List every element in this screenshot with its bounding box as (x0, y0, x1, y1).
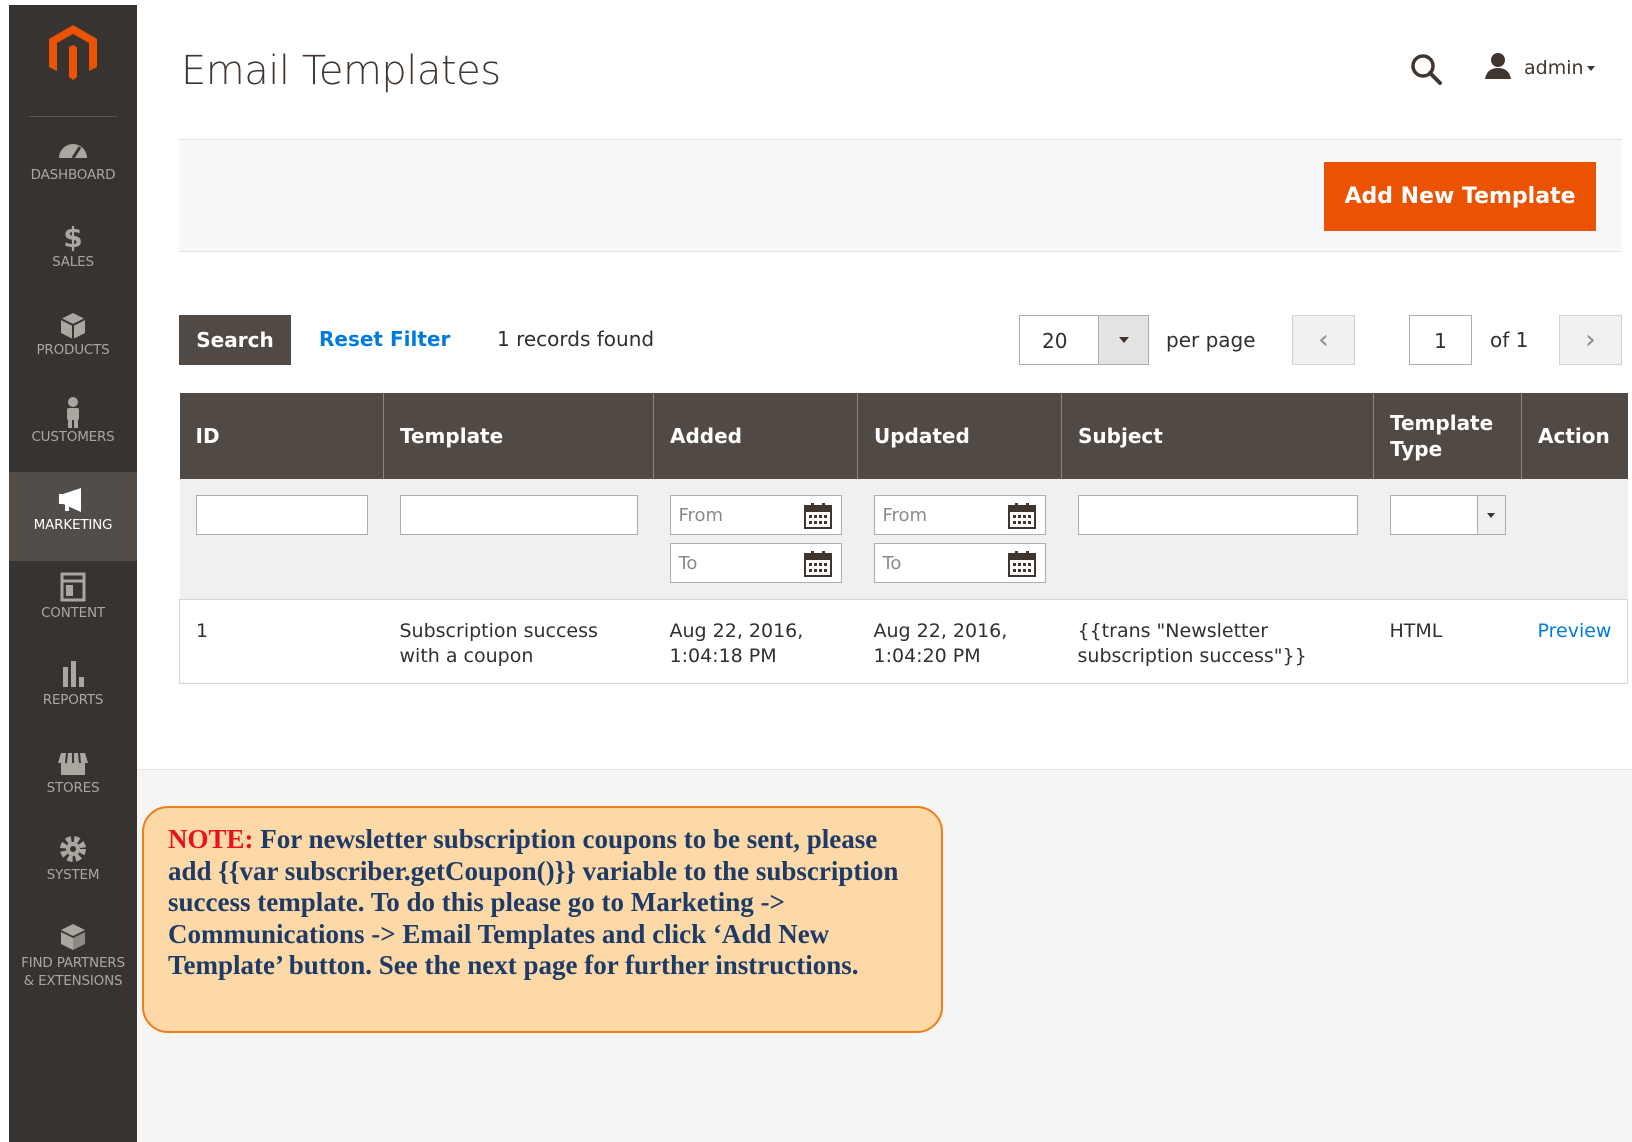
cell-subject: {{trans "Newsletter subscription success… (1061, 599, 1374, 684)
previous-page-button[interactable]: ‹ (1292, 315, 1355, 365)
cell-added: Aug 22, 2016, 1:04:18 PM (653, 599, 858, 684)
dollar-icon: $ (53, 219, 93, 254)
id-filter-input[interactable] (195, 495, 368, 535)
chevron-down-icon[interactable] (1476, 496, 1505, 534)
storefront-icon (53, 745, 93, 779)
column-header-template[interactable]: Template (383, 393, 654, 479)
sidebar-item-sales[interactable]: $ SALES (9, 219, 137, 307)
calendar-icon[interactable] (1007, 502, 1037, 530)
column-header-subject[interactable]: Subject (1061, 393, 1374, 479)
preview-link[interactable]: Preview (1538, 620, 1612, 642)
chevron-right-icon: › (1585, 325, 1596, 355)
cell-id: 1 (179, 599, 384, 684)
layout-icon (53, 570, 93, 604)
calendar-icon[interactable] (803, 502, 833, 530)
chevron-down-icon[interactable] (1098, 316, 1148, 364)
sidebar-item-system[interactable]: SYSTEM (9, 832, 137, 920)
gear-icon (53, 832, 93, 866)
sidebar-item-marketing[interactable]: MARKETING (9, 472, 137, 561)
calendar-icon[interactable] (803, 550, 833, 578)
blocks-icon (53, 920, 93, 954)
added-to-input[interactable]: To (669, 543, 842, 583)
column-header-id[interactable]: ID (179, 393, 384, 479)
updated-from-input[interactable]: From (873, 495, 1046, 535)
cell-updated: Aug 22, 2016, 1:04:20 PM (857, 599, 1062, 684)
per-page-select[interactable]: 20 (1019, 315, 1149, 365)
note-label: NOTE: (168, 824, 254, 854)
search-icon[interactable] (1409, 52, 1443, 86)
column-header-added[interactable]: Added (653, 393, 858, 479)
page-number-input[interactable]: 1 (1409, 315, 1472, 365)
subject-filter-input[interactable] (1077, 495, 1358, 535)
sidebar-item-stores[interactable]: STORES (9, 745, 137, 833)
person-icon (53, 394, 93, 428)
sidebar-item-find-partners[interactable]: FIND PARTNERS & EXTENSIONS (9, 920, 137, 1020)
user-menu[interactable]: admin (1524, 57, 1584, 79)
dashboard-icon (53, 132, 93, 166)
add-new-template-button[interactable]: Add New Template (1324, 162, 1596, 231)
sidebar-item-dashboard[interactable]: DASHBOARD (9, 132, 137, 220)
reset-filter-link[interactable]: Reset Filter (319, 327, 450, 351)
email-templates-grid: ID Template Added Updated Subject Templa… (179, 393, 1629, 684)
added-from-input[interactable]: From (669, 495, 842, 535)
sidebar-item-content[interactable]: CONTENT (9, 570, 137, 658)
magento-logo-icon[interactable] (47, 23, 99, 83)
sidebar-item-customers[interactable]: CUSTOMERS (9, 394, 137, 482)
note-text: For newsletter subscription coupons to b… (168, 824, 899, 980)
page-total: of 1 (1490, 328, 1529, 352)
page-title: Email Templates (181, 48, 501, 94)
note-callout: NOTE: For newsletter subscription coupon… (142, 806, 943, 1033)
sidebar-item-reports[interactable]: REPORTS (9, 657, 137, 745)
per-page-value: 20 (1042, 329, 1068, 353)
column-header-template-type[interactable]: Template Type (1373, 393, 1522, 479)
cell-template: Subscription success with a coupon (383, 599, 654, 684)
admin-sidebar: DASHBOARD $ SALES PRODUCTS CUSTOMERS MAR… (9, 5, 137, 1142)
chevron-left-icon: ‹ (1318, 325, 1329, 355)
calendar-icon[interactable] (1007, 550, 1037, 578)
per-page-label: per page (1166, 328, 1256, 352)
filter-row: From To From To (179, 479, 1628, 600)
megaphone-icon (53, 482, 93, 516)
sidebar-item-products[interactable]: PRODUCTS (9, 307, 137, 395)
table-row: 1 Subscription success with a coupon Aug… (179, 599, 1629, 684)
template-type-filter-select[interactable] (1389, 495, 1506, 535)
records-count: 1 records found (497, 327, 655, 351)
svg-text:$: $ (63, 221, 82, 253)
column-header-action: Action (1520, 393, 1628, 479)
updated-to-input[interactable]: To (873, 543, 1046, 583)
column-header-updated[interactable]: Updated (857, 393, 1062, 479)
search-button[interactable]: Search (179, 315, 291, 365)
next-page-button[interactable]: › (1559, 315, 1622, 365)
user-icon[interactable] (1484, 52, 1512, 80)
template-filter-input[interactable] (399, 495, 638, 535)
bar-chart-icon (53, 657, 93, 691)
logo-divider (29, 116, 117, 117)
box-icon (53, 307, 93, 341)
cell-template-type: HTML (1373, 599, 1522, 684)
chevron-down-icon[interactable] (1587, 66, 1595, 71)
